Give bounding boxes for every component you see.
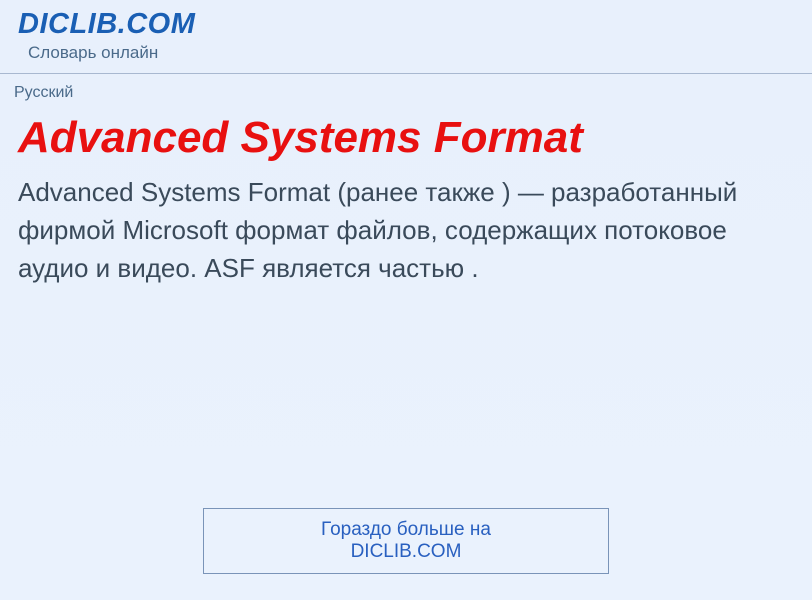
language-label[interactable]: Русский xyxy=(0,74,812,106)
article-body: Advanced Systems Format (ранее также ) —… xyxy=(18,174,794,287)
site-subtitle: Словарь онлайн xyxy=(28,43,812,63)
footer: Гораздо больше на DICLIB.COM xyxy=(203,508,609,574)
site-header: DICLIB.COM Словарь онлайн xyxy=(0,0,812,67)
article-title: Advanced Systems Format xyxy=(18,114,794,162)
site-title[interactable]: DICLIB.COM xyxy=(18,8,812,41)
article-content: Advanced Systems Format Advanced Systems… xyxy=(0,106,812,287)
cta-more-button[interactable]: Гораздо больше на DICLIB.COM xyxy=(203,508,609,574)
